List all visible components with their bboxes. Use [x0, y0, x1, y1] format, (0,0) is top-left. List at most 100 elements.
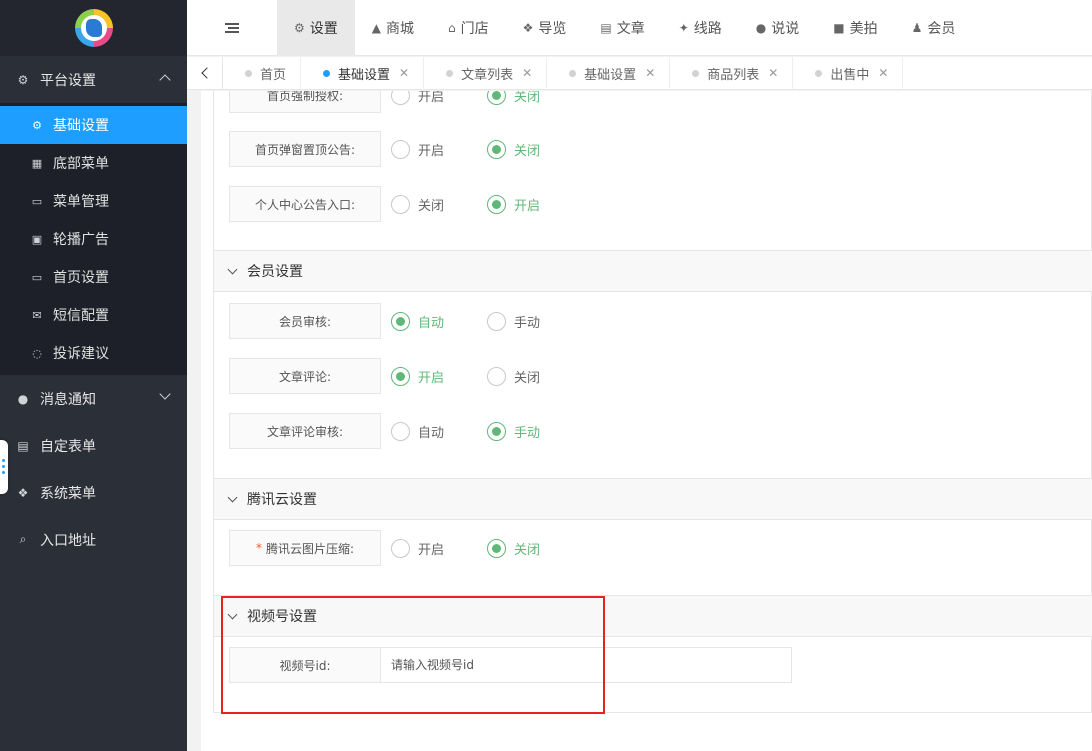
- topnav-label: 美拍: [849, 20, 878, 37]
- section-title: 视频号设置: [247, 609, 317, 625]
- leaf-icon: ✦: [678, 20, 689, 35]
- cubes-icon: ❖: [522, 20, 534, 35]
- close-icon[interactable]: ✕: [645, 66, 655, 80]
- tab-basic-settings[interactable]: 基础设置 ✕: [301, 56, 425, 90]
- radio-member-review-manual[interactable]: 手动: [487, 311, 573, 331]
- close-icon[interactable]: ✕: [399, 66, 409, 80]
- form-row-article-comment: 文章评论: 开启 关闭: [229, 358, 573, 394]
- field-label: 个人中心公告入口:: [229, 186, 381, 222]
- topnav-posts[interactable]: ● 说说: [739, 0, 816, 56]
- topnav-articles[interactable]: ▤ 文章: [583, 0, 661, 56]
- form-row-force-auth: 首页强制授权: 开启 关闭: [229, 91, 573, 113]
- sidebar-group-platform-settings[interactable]: ⚙ 平台设置: [0, 56, 187, 103]
- wechat-icon: ●: [755, 20, 767, 35]
- tab-label: 出售中: [830, 67, 870, 83]
- sidebar-item-sms-config[interactable]: ✉ 短信配置: [0, 296, 187, 334]
- search-icon: ⌕: [19, 532, 27, 546]
- bag-icon: ▲: [371, 20, 381, 35]
- radio-popup-notice-off[interactable]: 关闭: [487, 139, 573, 159]
- topnav-label: 线路: [693, 20, 722, 37]
- topnav-label: 商城: [386, 20, 414, 37]
- tab-label: 基础设置: [584, 67, 637, 83]
- tab-status-dot: [569, 69, 577, 77]
- menu-toggle-button[interactable]: [187, 0, 277, 56]
- topnav-label: 门店: [460, 20, 489, 37]
- field-label: 首页弹窗置顶公告:: [229, 131, 381, 167]
- newspaper-icon: ▤: [600, 20, 612, 35]
- tab-label: 基础设置: [338, 67, 391, 83]
- chevron-left-icon: [200, 67, 213, 79]
- radio-user-notice-on[interactable]: 开启: [487, 194, 573, 214]
- tab-status-dot: [245, 69, 252, 77]
- logo-area: [0, 0, 187, 56]
- topnav-guide[interactable]: ❖ 导览: [506, 0, 584, 56]
- sidebar-group-custom-forms[interactable]: ▤ 自定表单: [0, 422, 187, 469]
- sidebar-group-system-menu[interactable]: ❖ 系统菜单: [0, 469, 187, 516]
- sidebar-item-label: 底部菜单: [53, 156, 109, 172]
- radio-article-comment-off[interactable]: 关闭: [487, 366, 573, 386]
- tab-home[interactable]: 首页: [223, 56, 302, 90]
- grid-icon: ▦: [31, 156, 43, 170]
- radio-image-compress-off[interactable]: 关闭: [487, 538, 573, 558]
- sidebar-group-label: 系统菜单: [40, 485, 96, 502]
- section-title: 腾讯云设置: [247, 492, 317, 508]
- sidebar-item-bottom-menu[interactable]: ▦ 底部菜单: [0, 144, 187, 182]
- topnav-label: 导览: [538, 20, 567, 37]
- radio-image-compress-on[interactable]: 开启: [391, 538, 477, 558]
- tab-status-dot: [692, 69, 700, 77]
- radio-article-comment-on[interactable]: 开启: [391, 366, 477, 386]
- topnav-photos[interactable]: ■ 美拍: [816, 0, 894, 56]
- sidebar-item-menu-management[interactable]: ▭ 菜单管理: [0, 182, 187, 220]
- tab-status-dot: [323, 69, 331, 77]
- tab-article-list[interactable]: 文章列表 ✕: [424, 56, 548, 90]
- close-icon[interactable]: ✕: [878, 66, 888, 80]
- radio-member-review-auto[interactable]: 自动: [391, 311, 477, 331]
- radio-popup-notice-on[interactable]: 开启: [391, 139, 477, 159]
- chevron-up-icon: [159, 74, 171, 86]
- topnav-routes[interactable]: ✦ 线路: [662, 0, 739, 56]
- sidebar-group-entry-address[interactable]: ⌕ 入口地址: [0, 516, 187, 563]
- chevron-down-icon: [227, 492, 238, 502]
- radio-force-auth-on[interactable]: 开启: [391, 91, 477, 105]
- sidebar-drag-handle[interactable]: [0, 440, 8, 494]
- monitor-icon: ▭: [31, 270, 43, 284]
- topnav-settings[interactable]: ⚙ 设置: [277, 0, 355, 56]
- channel-id-input[interactable]: [381, 647, 792, 683]
- tab-basic-settings-2[interactable]: 基础设置 ✕: [547, 56, 671, 90]
- tabs-scroll-left-button[interactable]: [187, 56, 223, 90]
- form-icon: ▤: [17, 438, 29, 453]
- sidebar-item-basic-settings[interactable]: ⚙ 基础设置: [0, 106, 187, 144]
- sidebar-group-label: 平台设置: [40, 72, 96, 89]
- radio-user-notice-off[interactable]: 关闭: [391, 194, 477, 214]
- tab-product-list[interactable]: 商品列表 ✕: [670, 56, 794, 90]
- settings-panel: 首页强制授权: 开启 关闭 首页弹窗置顶公告: 开启 关闭 个人中心公告入口: …: [213, 91, 1092, 713]
- sidebar-group-label: 自定表单: [40, 438, 96, 455]
- section-header-tencent-cloud[interactable]: 腾讯云设置: [214, 478, 1092, 520]
- logo[interactable]: [74, 9, 113, 47]
- topnav-members[interactable]: ♟ 会员: [895, 0, 973, 56]
- tab-on-sale[interactable]: 出售中 ✕: [793, 56, 904, 90]
- topnav-label: 文章: [616, 20, 645, 37]
- topnav-mall[interactable]: ▲ 商城: [355, 0, 431, 56]
- close-icon[interactable]: ✕: [768, 66, 778, 80]
- topnav-stores[interactable]: ⌂ 门店: [431, 0, 506, 56]
- sidebar-item-homepage-settings[interactable]: ▭ 首页设置: [0, 258, 187, 296]
- bank-icon: ⌂: [448, 20, 456, 35]
- radio-comment-review-auto[interactable]: 自动: [391, 421, 477, 441]
- sidebar-group-messages[interactable]: ● 消息通知: [0, 375, 187, 422]
- radio-force-auth-off[interactable]: 关闭: [487, 91, 573, 105]
- tab-label: 商品列表: [707, 67, 760, 83]
- sidebar-submenu-platform: ⚙ 基础设置 ▦ 底部菜单 ▭ 菜单管理 ▣ 轮播广告 ▭ 首页设置 ✉ 短信配…: [0, 103, 187, 375]
- user-icon: ♟: [911, 20, 923, 35]
- sidebar-item-label: 基础设置: [53, 118, 109, 134]
- sidebar-item-carousel-ads[interactable]: ▣ 轮播广告: [0, 220, 187, 258]
- tab-status-dot: [815, 69, 823, 77]
- section-title: 会员设置: [247, 264, 303, 280]
- close-icon[interactable]: ✕: [522, 66, 532, 80]
- field-label: 文章评论:: [229, 358, 381, 394]
- radio-comment-review-manual[interactable]: 手动: [487, 421, 573, 441]
- section-header-member[interactable]: 会员设置: [214, 250, 1092, 292]
- required-mark: *: [255, 541, 262, 555]
- section-header-video-channel[interactable]: 视频号设置: [214, 595, 1092, 637]
- sidebar-item-complaints[interactable]: ◌ 投诉建议: [0, 334, 187, 372]
